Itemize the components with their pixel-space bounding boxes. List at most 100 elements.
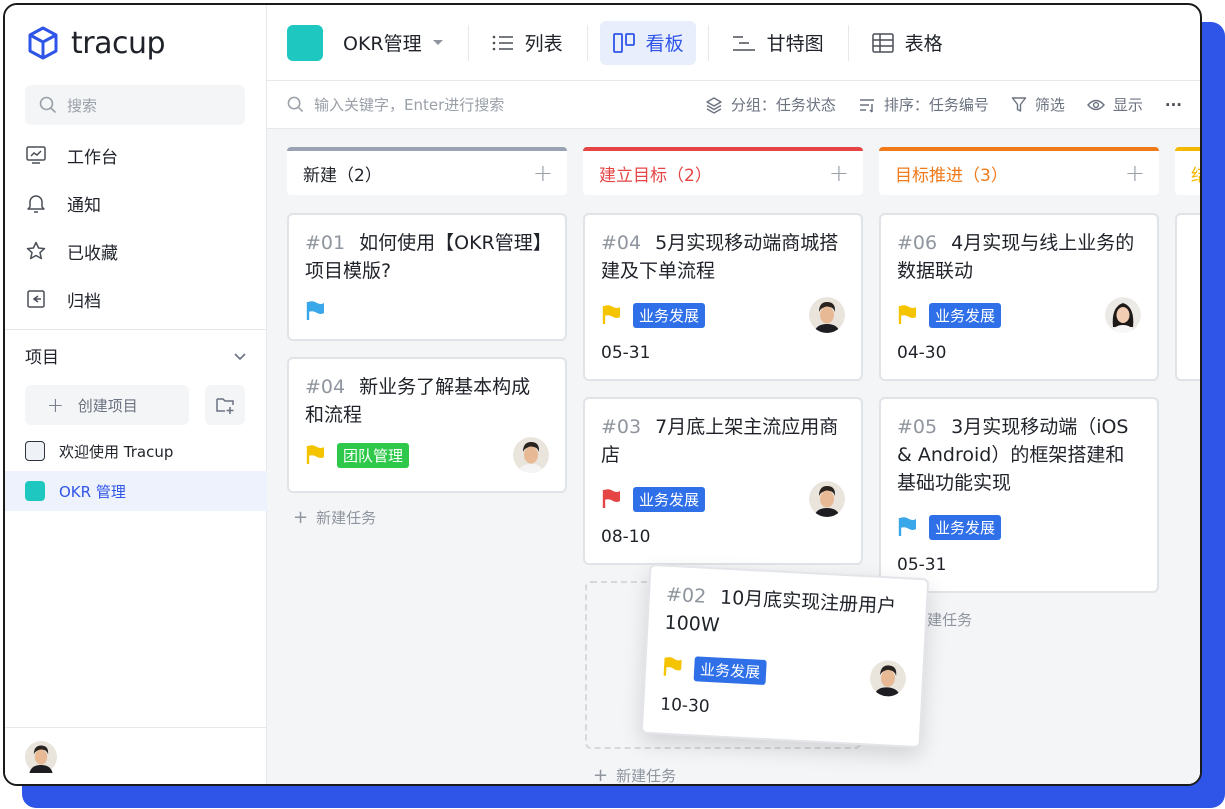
task-due-date: 10-30 (659, 694, 711, 718)
user-avatar[interactable] (25, 741, 57, 777)
task-tag[interactable]: 业务发展 (693, 655, 767, 685)
separator (847, 24, 849, 61)
task-tag[interactable]: 团队管理 (337, 442, 410, 468)
project-switcher[interactable]: OKR管理 (343, 29, 444, 56)
assignee-avatar[interactable] (1105, 297, 1141, 333)
group-by-label: 分组：任务状态 (730, 96, 836, 114)
sidebar: tracup 搜索 工作台 通知 已收藏 归档 项目 + 创建项目 欢迎使用 T… (5, 5, 267, 784)
task-tag[interactable]: 业务发展 (633, 486, 706, 512)
flag-icon[interactable] (305, 444, 325, 466)
create-folder-button[interactable] (205, 385, 245, 425)
task-card[interactable]: #01 如何使用【OKR管理】项目模版? (287, 213, 567, 341)
tab-gantt[interactable]: 甘特图 (719, 21, 836, 65)
more-options-button[interactable]: ··· (1165, 96, 1182, 114)
sidebar-item-favorites[interactable]: 已收藏 (25, 227, 255, 275)
sidebar-item-workbench[interactable]: 工作台 (25, 131, 255, 179)
task-number: #04 (305, 376, 346, 398)
new-task-button[interactable]: + 新建任务 (593, 765, 676, 784)
task-tag[interactable]: 业务发展 (633, 302, 706, 328)
sidebar-divider (5, 329, 267, 330)
assignee-avatar[interactable] (809, 481, 845, 517)
task-meta: 业务发展 (601, 297, 845, 333)
flag-icon[interactable] (305, 300, 325, 322)
tab-board[interactable]: 看板 (599, 20, 696, 65)
add-task-icon[interactable]: + (1125, 159, 1145, 187)
flag-icon[interactable] (601, 304, 621, 326)
task-meta (305, 293, 549, 329)
display-label: 显示 (1112, 96, 1143, 114)
flag-icon[interactable] (601, 488, 621, 510)
task-card-partial[interactable] (1175, 213, 1200, 381)
sidebar-search-input[interactable]: 搜索 (25, 85, 245, 125)
top-bar: OKR管理 列表 看板 甘特图 表格 (267, 5, 1200, 81)
task-meta: 业务发展 (661, 649, 907, 698)
task-card[interactable]: #03 7月底上架主流应用商店 业务发展 08-10 (583, 397, 863, 565)
man-avatar-icon (25, 741, 57, 773)
task-card[interactable]: #04 5月实现移动端商城搭建及下单流程 业务发展 05-31 (583, 213, 863, 381)
man-avatar-icon (513, 437, 549, 473)
task-title: #06 4月实现与线上业务的数据联动 (897, 229, 1141, 285)
sort-button[interactable]: 排序：任务编号 (858, 94, 989, 115)
board-icon (612, 32, 635, 53)
layers-icon (706, 96, 722, 114)
task-card[interactable]: #04 新业务了解基本构成和流程 团队管理 (287, 357, 567, 493)
filter-icon (1011, 97, 1027, 112)
more-icon: ··· (1164, 95, 1182, 114)
logo[interactable]: tracup (25, 25, 166, 61)
eye-icon (1086, 99, 1105, 110)
plus-icon: + (293, 507, 309, 528)
bell-icon (27, 195, 45, 213)
project-label: OKR 管理 (59, 482, 126, 501)
board-search-placeholder: 输入关键字，Enter进行搜索 (314, 96, 505, 114)
flag-icon[interactable] (662, 656, 683, 679)
add-task-icon[interactable]: + (533, 159, 553, 187)
dragged-task-card[interactable]: #02 10月底实现注册用户100W 业务发展 10-30 (640, 563, 930, 749)
display-button[interactable]: 显示 (1086, 94, 1143, 115)
sidebar-bottom-divider (5, 727, 267, 728)
column-title: 结 (1191, 161, 1200, 186)
task-tag[interactable]: 业务发展 (929, 514, 1002, 540)
project-item-welcome[interactable]: 欢迎使用 Tracup (5, 431, 267, 471)
sidebar-item-label: 工作台 (67, 147, 118, 168)
filter-button[interactable]: 筛选 (1011, 94, 1065, 115)
chevron-down-icon[interactable] (233, 349, 247, 363)
man-avatar-icon (809, 481, 845, 517)
task-title: #02 10月底实现注册用户100W (664, 581, 911, 650)
assignee-avatar[interactable] (869, 660, 907, 698)
board-search-input[interactable]: 输入关键字，Enter进行搜索 (287, 94, 504, 115)
task-title: #04 5月实现移动端商城搭建及下单流程 (601, 229, 845, 285)
task-meta: 业务发展 (897, 297, 1141, 333)
tab-table[interactable]: 表格 (859, 21, 955, 65)
new-task-label: 新建任务 (616, 767, 677, 784)
logo-text: tracup (71, 25, 166, 61)
task-card[interactable]: #06 4月实现与线上业务的数据联动 业务发展 04-30 (879, 213, 1159, 381)
filter-label: 筛选 (1034, 96, 1065, 114)
sort-label: 排序：任务编号 (883, 96, 989, 114)
assignee-avatar[interactable] (809, 297, 845, 333)
sort-icon (859, 98, 874, 113)
flag-icon[interactable] (897, 304, 917, 326)
task-card[interactable]: #05 3月实现移动端（iOS & Android）的框架搭建和基础功能实现 业务… (879, 397, 1159, 593)
task-tag[interactable]: 业务发展 (929, 302, 1002, 328)
project-item-okr[interactable]: OKR 管理 (5, 471, 267, 511)
group-by-button[interactable]: 分组：任务状态 (705, 94, 836, 115)
task-meta: 团队管理 (305, 437, 549, 473)
task-due-date: 04-30 (897, 343, 947, 363)
column-header-done: 结 (1175, 147, 1200, 195)
sidebar-item-label: 通知 (67, 195, 101, 216)
create-project-button[interactable]: + 创建项目 (25, 385, 189, 425)
project-color-swatch (25, 441, 45, 461)
column-title: 建立目标（2） (599, 165, 712, 186)
task-title: #01 如何使用【OKR管理】项目模版? (305, 229, 549, 285)
add-task-icon[interactable]: + (829, 159, 849, 187)
task-number: #02 (665, 583, 707, 608)
tab-list[interactable]: 列表 (479, 21, 575, 65)
new-task-button[interactable]: + 新建任务 (293, 507, 376, 528)
man-avatar-icon (809, 297, 845, 333)
star-icon (26, 241, 46, 260)
flag-icon[interactable] (897, 516, 917, 538)
projects-header[interactable]: 项目 (25, 343, 247, 368)
sidebar-item-archive[interactable]: 归档 (25, 275, 255, 323)
assignee-avatar[interactable] (513, 437, 549, 473)
sidebar-item-notifications[interactable]: 通知 (25, 179, 255, 227)
